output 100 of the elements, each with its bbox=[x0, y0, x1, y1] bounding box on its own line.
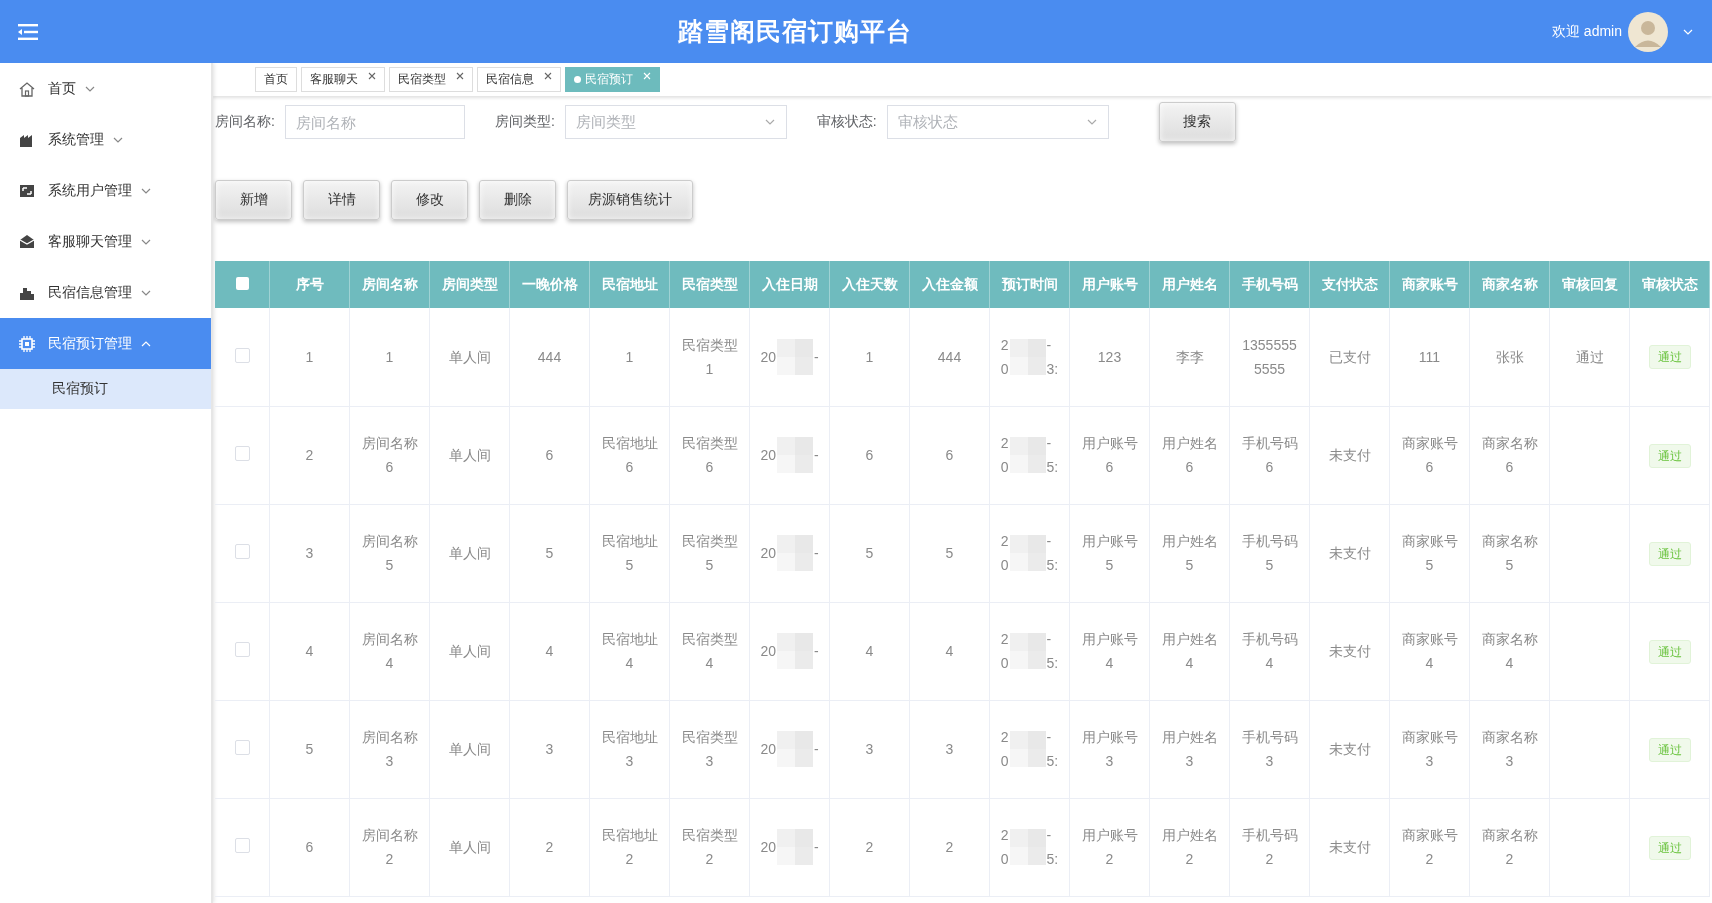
menu-item[interactable]: 系统管理 bbox=[0, 114, 211, 165]
column-header: 支付状态 bbox=[1309, 261, 1390, 308]
column-header: 入住日期 bbox=[749, 261, 830, 308]
table-cell-text: 0 bbox=[1000, 752, 1009, 771]
table-cell-text: 20 bbox=[760, 446, 776, 465]
menu-item-icon bbox=[18, 334, 36, 353]
table-cell-text: 商家名称4 bbox=[1481, 630, 1538, 673]
table-cell-text: 6 bbox=[865, 446, 874, 465]
status-tag: 通过 bbox=[1648, 737, 1691, 762]
table-cell-text: 5: bbox=[1046, 654, 1059, 673]
table-cell-text: 手机号码2 bbox=[1241, 826, 1298, 869]
tab[interactable]: 客服聊天 bbox=[301, 67, 385, 92]
table-cell-text: - bbox=[1046, 826, 1052, 845]
table-cell-text: 用户账号3 bbox=[1081, 728, 1138, 771]
table-cell-text: 单人间 bbox=[448, 642, 491, 661]
table-cell-text: 用户账号2 bbox=[1081, 826, 1138, 869]
welcome-text: 欢迎 admin bbox=[1551, 22, 1622, 41]
table-cell-text: - bbox=[813, 446, 819, 465]
tab[interactable]: 民宿类型 bbox=[389, 67, 473, 92]
checkbox[interactable] bbox=[234, 838, 250, 853]
table-cell-text: 民宿类型4 bbox=[681, 630, 738, 673]
menu-item[interactable]: 首页 bbox=[0, 63, 211, 114]
table-cell-text: 手机号码5 bbox=[1241, 532, 1298, 575]
table-cell-text: 未支付 bbox=[1328, 740, 1371, 759]
table-cell-text: 单人间 bbox=[448, 446, 491, 465]
table-cell-text: 民宿地址2 bbox=[601, 826, 658, 869]
column-header: 序号 bbox=[269, 261, 350, 308]
table-cell-text: 2 bbox=[945, 838, 954, 857]
action-button[interactable]: 详情 bbox=[303, 180, 380, 220]
tab[interactable]: 民宿信息 bbox=[477, 67, 561, 92]
table-cell-text: 未支付 bbox=[1328, 544, 1371, 563]
action-button[interactable]: 房源销售统计 bbox=[567, 180, 693, 220]
column-header: 手机号码 bbox=[1229, 261, 1310, 308]
table-cell-text: 13555555555 bbox=[1241, 335, 1298, 379]
tab[interactable]: 首页 bbox=[255, 67, 297, 92]
menu-item[interactable]: 客服聊天管理 bbox=[0, 216, 211, 267]
table-cell-text: 0 bbox=[1000, 359, 1009, 379]
table-cell-text: 民宿地址3 bbox=[601, 728, 658, 771]
table-cell-text: 张张 bbox=[1495, 347, 1524, 367]
input-field[interactable]: 房间名称 bbox=[284, 105, 465, 139]
table-cell-text: 用户姓名2 bbox=[1161, 826, 1218, 869]
table-cell-text: - bbox=[813, 544, 819, 563]
table-cell-text: 20 bbox=[760, 642, 776, 661]
table-cell-text: 3: bbox=[1046, 359, 1059, 379]
table-cell-text: 5: bbox=[1046, 556, 1059, 575]
table-cell-text: 4 bbox=[545, 642, 554, 661]
table-cell-text: 5 bbox=[305, 740, 314, 759]
table-cell-text: 已支付 bbox=[1328, 347, 1371, 367]
column-header: 房间类型 bbox=[429, 261, 510, 308]
table-cell-text: 民宿类型6 bbox=[681, 434, 738, 477]
submenu-item[interactable]: 民宿预订 bbox=[0, 369, 211, 409]
table-cell-text: 李李 bbox=[1175, 347, 1204, 367]
action-button[interactable]: 删除 bbox=[479, 180, 556, 220]
checkbox[interactable] bbox=[234, 446, 250, 461]
table-cell-text: 3 bbox=[545, 740, 554, 759]
checkbox[interactable] bbox=[234, 740, 250, 755]
table-cell-text: 4 bbox=[865, 642, 874, 661]
table-cell-text: 20 bbox=[760, 740, 776, 759]
column-header: 房间名称 bbox=[349, 261, 430, 308]
table-cell-text: - bbox=[1046, 532, 1052, 551]
menu-icon[interactable] bbox=[18, 23, 38, 40]
dot-icon bbox=[574, 76, 581, 83]
table-cell-text: 4 bbox=[305, 642, 314, 661]
table-cell-text: 1 bbox=[865, 347, 874, 367]
menu-item-icon bbox=[18, 232, 36, 251]
table-cell-text: 商家账号4 bbox=[1401, 630, 1458, 673]
table-cell-text: 2 bbox=[865, 838, 874, 857]
table-cell-text: 0 bbox=[1000, 556, 1009, 575]
checkbox[interactable] bbox=[234, 544, 250, 559]
table-cell-text: 单人间 bbox=[448, 544, 491, 563]
menu-item[interactable]: 系统用户管理 bbox=[0, 165, 211, 216]
table-cell-text: 2 bbox=[1000, 728, 1009, 747]
column-header: 一晚价格 bbox=[509, 261, 590, 308]
action-button[interactable]: 修改 bbox=[391, 180, 468, 220]
table-cell-text: 2 bbox=[545, 838, 554, 857]
table-cell-text: 未支付 bbox=[1328, 642, 1371, 661]
checkbox[interactable] bbox=[234, 347, 250, 363]
table-cell-text: 444 bbox=[937, 347, 962, 367]
table-cell-text: 民宿地址4 bbox=[601, 630, 658, 673]
action-button[interactable]: 新增 bbox=[215, 180, 292, 220]
menu-item[interactable]: 民宿信息管理 bbox=[0, 267, 211, 318]
search-button[interactable]: 搜索 bbox=[1158, 102, 1236, 142]
close-icon[interactable] bbox=[368, 71, 376, 80]
table-cell-text: 5 bbox=[945, 544, 954, 563]
table-cell-text: 房间名称6 bbox=[361, 434, 418, 477]
avatar-icon[interactable] bbox=[1628, 11, 1668, 52]
table-cell-text: 444 bbox=[537, 347, 562, 367]
status-tag: 通过 bbox=[1648, 639, 1691, 664]
table-cell-text: 手机号码4 bbox=[1241, 630, 1298, 673]
table-cell-text: 民宿类型2 bbox=[681, 826, 738, 869]
close-icon[interactable] bbox=[544, 71, 552, 80]
checkbox[interactable] bbox=[234, 642, 250, 657]
table-cell-text: 20 bbox=[760, 347, 776, 367]
close-icon[interactable] bbox=[456, 71, 464, 80]
column-header: 民宿类型 bbox=[669, 261, 750, 308]
field-label: 房间类型: bbox=[494, 113, 555, 131]
table-cell-text: 商家账号2 bbox=[1401, 826, 1458, 869]
table-cell-text: 1 bbox=[305, 347, 314, 367]
table-cell-text: 20 bbox=[760, 544, 776, 563]
checkbox[interactable] bbox=[235, 276, 249, 290]
